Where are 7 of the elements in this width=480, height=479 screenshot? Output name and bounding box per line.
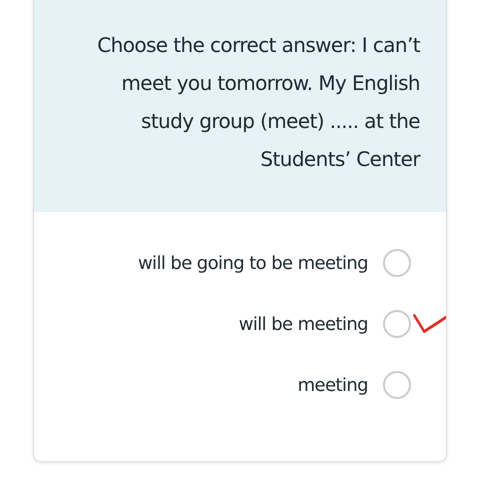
radio-button[interactable] — [383, 371, 411, 399]
option-label: will be meeting — [238, 314, 368, 334]
option-label: will be going to be meeting — [138, 252, 368, 274]
question-text: Choose the correct answer: I can’t meet you tomorrow. My English study group (meet) ..... at the Students’ Center — [96, 32, 420, 173]
radio-button[interactable] — [383, 310, 411, 338]
radio-button[interactable] — [383, 249, 411, 277]
option-label: meeting — [298, 374, 368, 396]
